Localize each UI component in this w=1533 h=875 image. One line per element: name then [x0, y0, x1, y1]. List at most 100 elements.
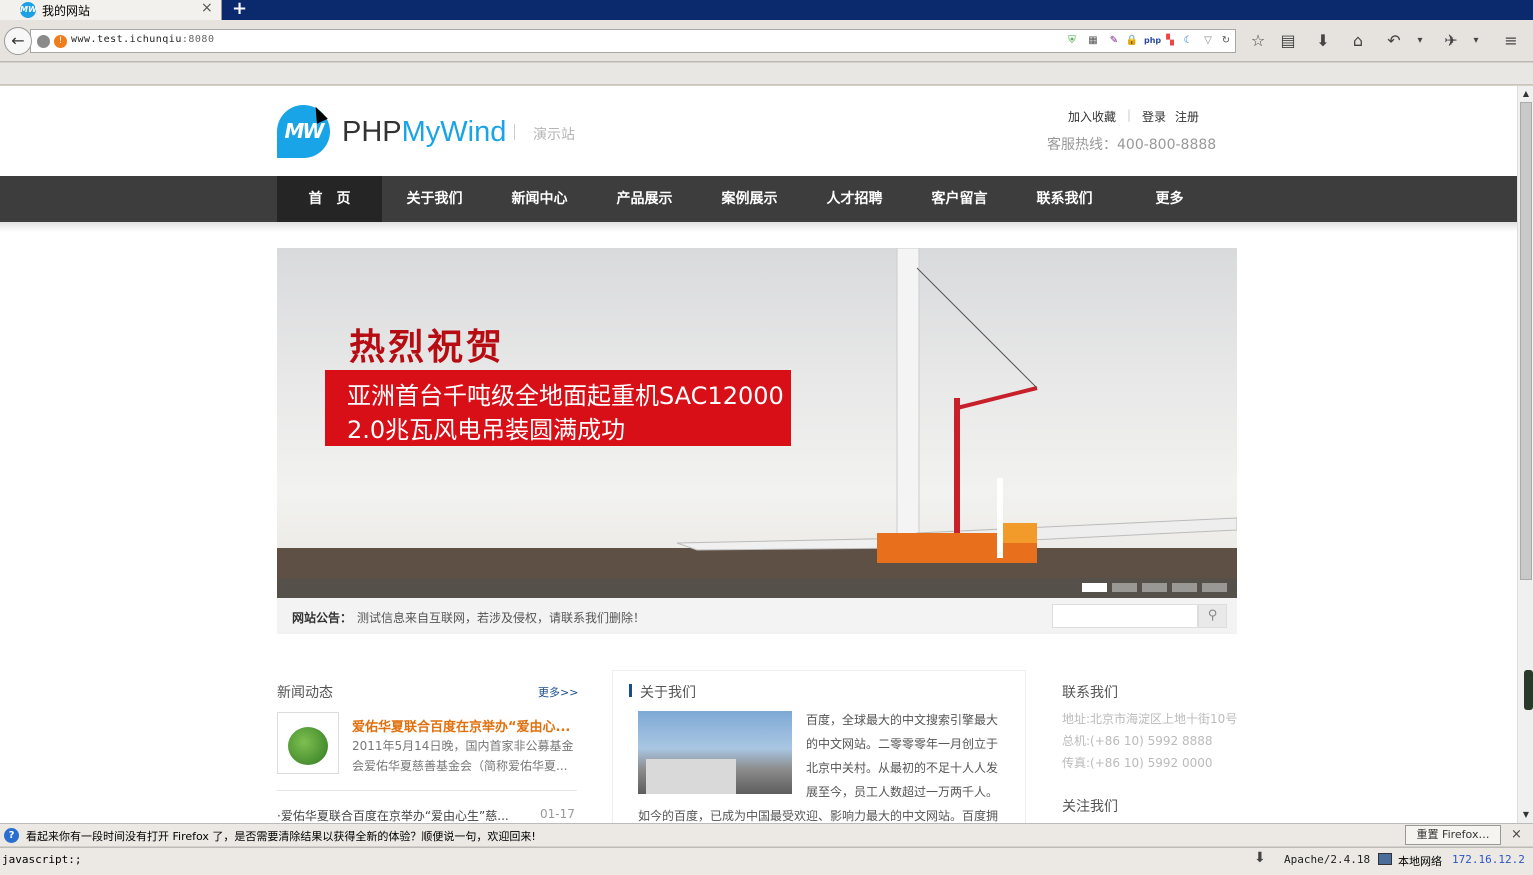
- shield-icon[interactable]: ⛨: [1065, 34, 1079, 48]
- notice-label: 网站公告：: [292, 611, 353, 625]
- tab-close-icon[interactable]: ×: [201, 0, 213, 16]
- demo-site-label: 演示站: [533, 127, 575, 143]
- reload-icon[interactable]: ↻: [1219, 34, 1233, 48]
- news-list-item[interactable]: ·爱佑华夏联合百度在京举办“爱由心生”慈...: [277, 807, 509, 823]
- nav-contact[interactable]: 联系我们: [1012, 176, 1117, 222]
- download-status-icon[interactable]: ⬇: [1254, 850, 1266, 866]
- back-button[interactable]: ←: [4, 27, 32, 55]
- building-image: [646, 759, 736, 794]
- nav-home[interactable]: 首 页: [277, 176, 382, 222]
- vertical-scrollbar[interactable]: ▲ ▼: [1517, 86, 1533, 823]
- dropdown-icon[interactable]: ▽: [1201, 34, 1215, 48]
- slide-dot-1[interactable]: [1082, 583, 1107, 592]
- contact-address: 地址:北京市海淀区上地十街10号: [1062, 712, 1238, 726]
- about-section-title: 关于我们: [640, 685, 696, 701]
- nav-shadow: [0, 222, 1517, 232]
- about-line-3: 北京中关村。从最初的不足十人人发: [806, 761, 999, 775]
- tab-title: 我的网站: [42, 4, 91, 18]
- banner-caption-line1: 亚洲首台千吨级全地面起重机SAC12000: [347, 382, 784, 410]
- undo-menu-icon[interactable]: ▾: [1409, 30, 1431, 52]
- contact-section-title: 联系我们: [1062, 685, 1118, 701]
- logo-divider: [514, 124, 515, 140]
- about-line-5: 如今的百度，已成为中国最受欢迎、影响力最大的中文网站。百度拥: [638, 809, 999, 823]
- nav-news[interactable]: 新闻中心: [487, 176, 592, 222]
- new-tab-button[interactable]: +: [232, 0, 247, 19]
- page-viewport: MW PHPMyWind 演示站 加入收藏 | 登录 注册 客服热线：400-8…: [0, 86, 1517, 823]
- main-nav: 首 页 关于我们 新闻中心 产品展示 案例展示 人才招聘 客户留言 联系我们 更…: [0, 176, 1517, 222]
- register-link[interactable]: 注册: [1175, 108, 1199, 125]
- follow-us-title: 关注我们: [1062, 799, 1118, 815]
- notice-text: 测试信息来自互联网，若涉及侵权，请联系我们删除！: [357, 611, 646, 625]
- ip-address: 172.16.12.2: [1452, 853, 1525, 866]
- about-title-accent: [629, 684, 632, 697]
- bookmark-star-icon[interactable]: ☆: [1247, 30, 1269, 52]
- server-info: Apache/2.4.18: [1284, 853, 1371, 866]
- login-link[interactable]: 登录: [1142, 108, 1166, 125]
- featured-news-desc-1: 2011年5月14日晚，国内首家非公募基金: [352, 739, 574, 753]
- close-notification-icon[interactable]: ×: [1511, 827, 1522, 842]
- notice-bar: 网站公告： 测试信息来自互联网，若涉及侵权，请联系我们删除！ ⚲: [277, 598, 1237, 634]
- slide-dot-3[interactable]: [1142, 583, 1167, 592]
- banner-headline: 热烈祝贺: [349, 326, 506, 368]
- site-logo-text[interactable]: PHPMyWind: [342, 116, 506, 149]
- about-line-4: 展至今，员工人数超过一万两千人。: [806, 785, 999, 799]
- news-thumbnail[interactable]: [277, 712, 339, 774]
- home-icon[interactable]: ⌂: [1347, 30, 1369, 52]
- scrollbar-thumb[interactable]: [1520, 102, 1532, 580]
- network-label: 本地网络: [1398, 855, 1442, 868]
- reset-firefox-button[interactable]: 重置 Firefox…: [1405, 825, 1501, 845]
- status-link-text: javascript:;: [2, 853, 82, 866]
- moon-icon[interactable]: ☾: [1181, 34, 1195, 48]
- banner-caption-box: 亚洲首台千吨级全地面起重机SAC12000 2.0兆瓦风电吊装圆满成功: [325, 370, 791, 446]
- undo-icon[interactable]: ↶: [1383, 30, 1405, 52]
- bookmarks-toolbar: [0, 63, 1533, 85]
- status-bar: javascript:; ⬇ Apache/2.4.18 本地网络 172.16…: [0, 847, 1533, 875]
- url-text[interactable]: www.test.ichunqiu:8080: [71, 34, 214, 45]
- slide-dot-2[interactable]: [1112, 583, 1137, 592]
- slide-dot-4[interactable]: [1172, 583, 1197, 592]
- site-favicon-icon: MW: [20, 2, 37, 18]
- banner-slider[interactable]: 热烈祝贺 亚洲首台千吨级全地面起重机SAC12000 2.0兆瓦风电吊装圆满成功: [277, 248, 1237, 598]
- extension-menu-icon[interactable]: ▾: [1465, 30, 1487, 52]
- nav-jobs[interactable]: 人才招聘: [802, 176, 907, 222]
- news-list-date: 01-17: [540, 807, 575, 821]
- featured-news-desc-2: 会爱佑华夏慈善基金会（简称爱佑华夏...: [352, 759, 568, 773]
- nav-cases[interactable]: 案例展示: [697, 176, 802, 222]
- nav-guestbook[interactable]: 客户留言: [907, 176, 1012, 222]
- featured-news-title[interactable]: 爱佑华夏联合百度在京举办“爱由心...: [352, 716, 570, 735]
- hamburger-menu-icon[interactable]: ≡: [1500, 30, 1522, 52]
- browser-tab[interactable]: MW 我的网站 ×: [0, 0, 222, 20]
- add-favorite-link[interactable]: 加入收藏: [1068, 108, 1116, 125]
- contact-phone: 总机:(+86 10) 5992 8888: [1062, 734, 1213, 748]
- tab-strip: MW 我的网站 × +: [0, 0, 1533, 20]
- about-photo: [638, 711, 792, 794]
- notification-bar: ? 看起来你有一段时间没有打开 Firefox 了，是否需要清除结果以获得全新的…: [0, 823, 1533, 846]
- lock-icon[interactable]: 🔒: [1125, 34, 1139, 48]
- news-more-link[interactable]: 更多>>: [538, 684, 578, 700]
- nav-more[interactable]: 更多: [1117, 176, 1222, 222]
- nav-products[interactable]: 产品展示: [592, 176, 697, 222]
- php-icon[interactable]: php: [1144, 34, 1161, 48]
- site-identity-icon[interactable]: [37, 35, 50, 48]
- slide-dot-5[interactable]: [1202, 583, 1227, 592]
- about-line-2: 的中文网站。二零零零年一月创立于: [806, 737, 999, 751]
- scroll-up-icon[interactable]: ▲: [1520, 88, 1532, 100]
- search-input[interactable]: [1052, 604, 1198, 628]
- url-bar[interactable]: ! www.test.ichunqiu:8080 ⛨ ▦ ✎ 🔒 php ▚ ☾…: [30, 29, 1236, 53]
- search-icon[interactable]: ⚲: [1198, 604, 1227, 628]
- qr-code-icon[interactable]: ▦: [1086, 34, 1100, 48]
- security-warning-icon[interactable]: !: [54, 35, 67, 48]
- reading-list-icon[interactable]: ▤: [1277, 30, 1299, 52]
- extension-icon[interactable]: ✈: [1440, 30, 1462, 52]
- about-line-1: 百度，全球最大的中文搜索引擎最大: [806, 713, 999, 727]
- notification-message: 看起来你有一段时间没有打开 Firefox 了，是否需要清除结果以获得全新的体验…: [26, 830, 536, 843]
- navigation-toolbar: ! www.test.ichunqiu:8080 ⛨ ▦ ✎ 🔒 php ▚ ☾…: [0, 20, 1533, 62]
- contact-fax: 传真:(+86 10) 5992 0000: [1062, 756, 1213, 770]
- pen-icon[interactable]: ✎: [1107, 34, 1121, 48]
- question-icon: ?: [4, 828, 19, 843]
- scroll-down-icon[interactable]: ▼: [1520, 809, 1532, 821]
- nav-about[interactable]: 关于我们: [382, 176, 487, 222]
- windows-icon[interactable]: ▚: [1163, 34, 1177, 48]
- side-panel-handle[interactable]: [1524, 670, 1533, 710]
- download-icon[interactable]: ⬇: [1312, 30, 1334, 52]
